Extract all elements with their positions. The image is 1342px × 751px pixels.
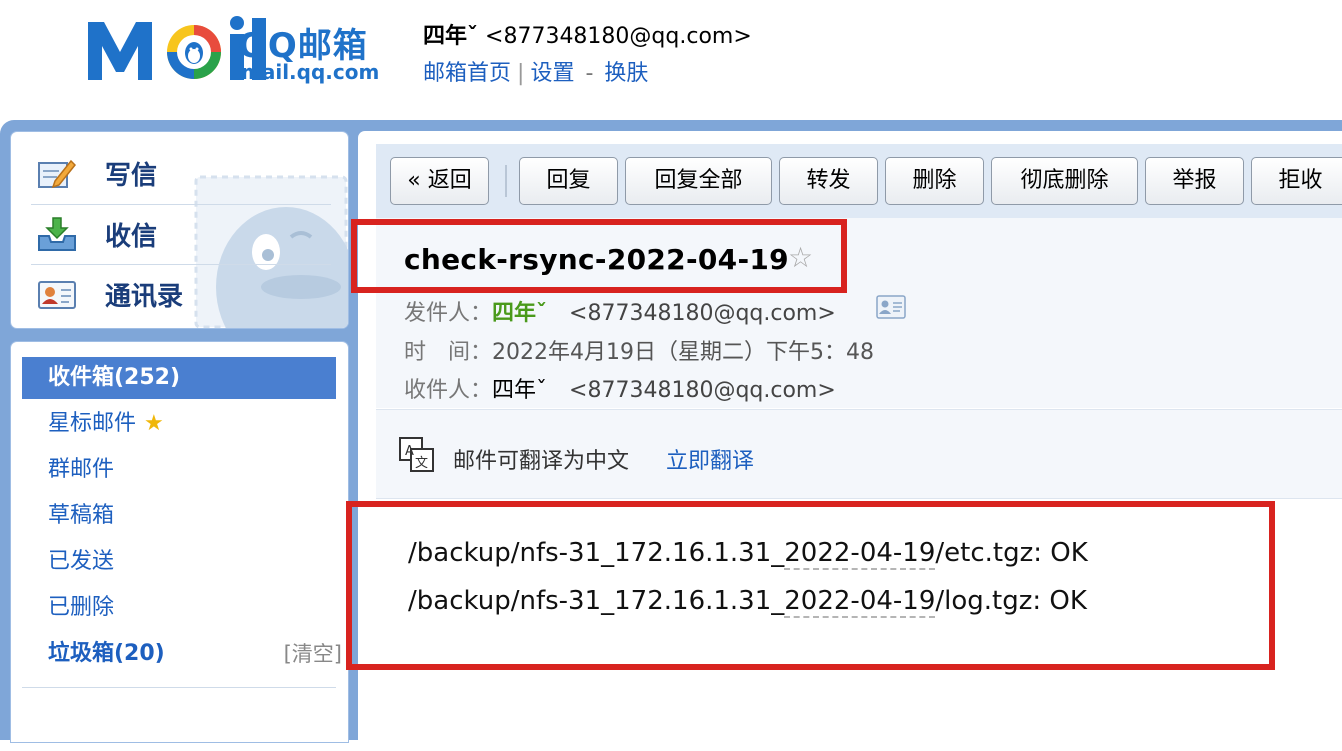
change-skin-link[interactable]: 换肤 bbox=[604, 61, 648, 86]
time-value: 2022年4月19日（星期二）下午5：48 bbox=[492, 340, 874, 365]
recipient-name[interactable]: 四年ˇ bbox=[492, 378, 547, 403]
translate-hint: 邮件可翻译为中文 bbox=[453, 449, 630, 474]
receive-mail-label: 收信 bbox=[105, 221, 158, 252]
nav-separator: | bbox=[517, 61, 525, 86]
reply-all-button[interactable]: 回复全部 bbox=[625, 157, 772, 205]
folder-deleted[interactable]: 已删除 bbox=[22, 587, 336, 629]
user-email: <877348180@qq.com> bbox=[485, 24, 752, 49]
from-row: 发件人：四年ˇ <877348180@qq.com> bbox=[404, 295, 836, 327]
folder-starred-label: 星标邮件 bbox=[48, 411, 137, 436]
inbox-download-icon bbox=[38, 217, 76, 251]
folder-list: 收件箱(252) 星标邮件 ★ 群邮件 草稿箱 已发送 已删除 垃圾箱(20) [… bbox=[10, 341, 349, 743]
time-label: 时 间： bbox=[404, 340, 493, 365]
compose-button[interactable]: 写信 bbox=[31, 144, 331, 202]
sender-email: <877348180@qq.com> bbox=[569, 301, 836, 326]
body-date: 2022-04-19 bbox=[784, 586, 936, 618]
report-button[interactable]: 举报 bbox=[1145, 157, 1244, 205]
compose-label: 写信 bbox=[105, 160, 158, 191]
compose-icon bbox=[38, 159, 77, 189]
folder-drafts[interactable]: 草稿箱 bbox=[22, 495, 336, 537]
delete-button[interactable]: 删除 bbox=[885, 157, 984, 205]
folder-spam-label: 垃圾箱(20) bbox=[48, 641, 165, 666]
body-file-status: /etc.tgz: OK bbox=[935, 538, 1088, 568]
folder-group-mail[interactable]: 群邮件 bbox=[22, 449, 336, 491]
svg-text:文: 文 bbox=[415, 456, 428, 471]
star-toggle-icon[interactable]: ☆ bbox=[788, 241, 813, 274]
forward-button[interactable]: 转发 bbox=[779, 157, 878, 205]
body-path: /backup/nfs-31_172.16.1.31_ bbox=[408, 586, 785, 616]
folder-starred[interactable]: 星标邮件 ★ bbox=[22, 403, 336, 445]
recipient-email: <877348180@qq.com> bbox=[569, 378, 836, 403]
body-date: 2022-04-19 bbox=[784, 538, 936, 570]
folder-divider bbox=[22, 687, 336, 688]
reply-button[interactable]: 回复 bbox=[519, 157, 618, 205]
top-nav: 邮箱首页 | 设置 - 换肤 bbox=[423, 55, 648, 87]
sender-name[interactable]: 四年ˇ bbox=[492, 301, 547, 326]
folder-sent[interactable]: 已发送 bbox=[22, 541, 336, 583]
time-row: 时 间：2022年4月19日（星期二）下午5：48 bbox=[404, 334, 874, 366]
mailbox-home-link[interactable]: 邮箱首页 bbox=[423, 61, 511, 86]
contacts-button[interactable]: 通讯录 bbox=[31, 264, 331, 323]
folder-inbox[interactable]: 收件箱(252) bbox=[22, 357, 336, 399]
to-row: 收件人：四年ˇ <877348180@qq.com> bbox=[404, 372, 836, 404]
toolbar-divider bbox=[505, 165, 507, 197]
mail-body-line: /backup/nfs-31_172.16.1.31_2022-04-19/lo… bbox=[408, 586, 1087, 618]
contacts-icon bbox=[38, 281, 76, 309]
quick-actions-panel: 写信 收信 通讯录 bbox=[10, 131, 349, 329]
user-name: 四年ˇ bbox=[423, 24, 479, 49]
from-label: 发件人： bbox=[404, 301, 493, 326]
product-url: mail.qq.com bbox=[241, 60, 380, 84]
translate-icon: A 文 bbox=[399, 437, 434, 472]
empty-spam-link[interactable]: [清空] bbox=[284, 633, 342, 675]
mail-body-line: /backup/nfs-31_172.16.1.31_2022-04-19/et… bbox=[408, 538, 1088, 570]
body-file-status: /log.tgz: OK bbox=[935, 586, 1087, 616]
folder-spam[interactable]: 垃圾箱(20) [清空] bbox=[22, 633, 342, 675]
user-info: 四年ˇ <877348180@qq.com> bbox=[423, 18, 752, 50]
star-icon: ★ bbox=[144, 411, 164, 436]
svg-text:A: A bbox=[405, 444, 414, 459]
reject-button[interactable]: 拒收 bbox=[1251, 157, 1342, 205]
contacts-label: 通讯录 bbox=[105, 281, 184, 312]
body-path: /backup/nfs-31_172.16.1.31_ bbox=[408, 538, 785, 568]
nav-dash: - bbox=[585, 61, 594, 86]
settings-link[interactable]: 设置 bbox=[530, 61, 574, 86]
to-label: 收件人： bbox=[404, 378, 493, 403]
contact-card-icon[interactable] bbox=[876, 295, 906, 319]
translate-now-link[interactable]: 立即翻译 bbox=[666, 443, 754, 475]
back-button[interactable]: « 返回 bbox=[390, 157, 489, 205]
receive-mail-button[interactable]: 收信 bbox=[31, 204, 331, 263]
delete-permanently-button[interactable]: 彻底删除 bbox=[991, 157, 1138, 205]
mail-subject: check-rsync-2022-04-19 bbox=[404, 243, 789, 276]
